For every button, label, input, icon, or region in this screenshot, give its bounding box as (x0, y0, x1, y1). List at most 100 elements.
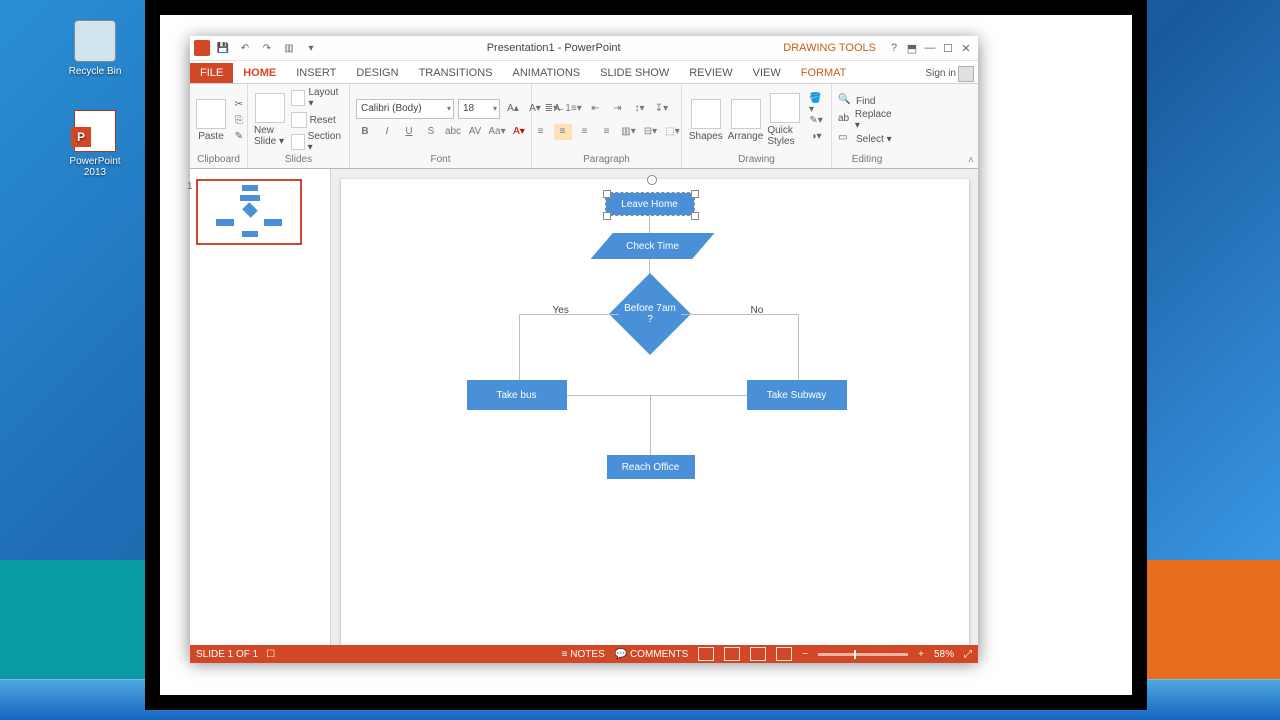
selection-handle[interactable] (603, 212, 611, 220)
grow-font-icon[interactable]: A▴ (506, 102, 520, 116)
linespacing-icon[interactable]: ↕▾ (631, 101, 649, 117)
columns-icon[interactable]: ▥▾ (620, 124, 638, 140)
layout-button[interactable]: Layout ▾ (291, 86, 343, 110)
undo-icon[interactable]: ↶ (238, 41, 252, 55)
selection-handle[interactable] (691, 190, 699, 198)
arrange-button[interactable]: Arrange (728, 99, 764, 142)
copy-icon[interactable]: ⎘ (232, 113, 246, 127)
paste-button[interactable]: Paste (196, 99, 226, 142)
tab-file[interactable]: FILE (190, 63, 233, 83)
zoom-slider[interactable] (818, 653, 908, 656)
connector[interactable] (519, 314, 619, 315)
shapes-button[interactable]: Shapes (688, 99, 724, 142)
slide-canvas-area[interactable]: Leave Home Check Time Before 7am ? (331, 169, 978, 645)
reset-button[interactable]: Reset (291, 111, 343, 129)
zoom-out-icon[interactable]: − (802, 649, 808, 660)
close-icon[interactable]: ✕ (958, 41, 974, 55)
indent-icon[interactable]: ⇥ (609, 101, 627, 117)
numbering-icon[interactable]: 1≡▾ (565, 101, 583, 117)
bold-icon[interactable]: B (356, 124, 374, 140)
connector[interactable] (567, 395, 747, 396)
minimize-icon[interactable]: ― (922, 41, 938, 55)
help-icon[interactable]: ? (886, 41, 902, 55)
connector[interactable] (649, 215, 650, 233)
connector[interactable] (798, 314, 799, 380)
normal-view-icon[interactable] (698, 647, 714, 661)
smartart-icon[interactable]: ⬚▾ (664, 124, 682, 140)
reset-icon (291, 112, 307, 128)
bullets-icon[interactable]: ≣▾ (543, 101, 561, 117)
tab-home[interactable]: HOME (233, 63, 286, 83)
reading-view-icon[interactable] (750, 647, 766, 661)
spell-check-icon[interactable]: ☐ (266, 649, 275, 660)
align-right-icon[interactable]: ≡ (576, 124, 594, 140)
sign-in[interactable]: Sign in (919, 64, 978, 83)
sorter-view-icon[interactable] (724, 647, 740, 661)
selection-handle[interactable] (603, 190, 611, 198)
tab-transitions[interactable]: TRANSITIONS (409, 63, 503, 83)
selection-handle[interactable] (691, 212, 699, 220)
zoom-level[interactable]: 58% (934, 649, 954, 660)
shape-take-bus[interactable]: Take bus (467, 380, 567, 410)
shape-decision[interactable]: Before 7am ? (608, 273, 690, 355)
qat-more-icon[interactable]: ▾ (304, 41, 318, 55)
save-icon[interactable]: 💾 (216, 41, 230, 55)
tab-design[interactable]: DESIGN (346, 63, 408, 83)
connector[interactable] (681, 314, 799, 315)
connector[interactable] (519, 314, 520, 380)
tab-review[interactable]: REVIEW (679, 63, 742, 83)
redo-icon[interactable]: ↷ (260, 41, 274, 55)
tab-insert[interactable]: INSERT (286, 63, 346, 83)
align-text-icon[interactable]: ⊟▾ (642, 124, 660, 140)
recycle-bin-icon[interactable]: Recycle Bin (60, 20, 130, 77)
shape-effects-icon[interactable]: ◑▾ (809, 129, 823, 143)
tab-animations[interactable]: ANIMATIONS (503, 63, 591, 83)
slide-thumbnail-1[interactable]: 1 (196, 179, 302, 245)
spacing-icon[interactable]: AV (466, 124, 484, 140)
comments-button[interactable]: 💬 COMMENTS (615, 649, 689, 660)
ribbon-collapse-icon[interactable]: ⬒ (904, 41, 920, 55)
tab-view[interactable]: VIEW (743, 63, 791, 83)
connector[interactable] (650, 395, 651, 455)
italic-icon[interactable]: I (378, 124, 396, 140)
format-painter-icon[interactable]: ✎ (232, 129, 246, 143)
shape-check-time[interactable]: Check Time (591, 233, 715, 259)
font-color-icon[interactable]: A▾ (510, 124, 528, 140)
justify-icon[interactable]: ≡ (598, 124, 616, 140)
quick-styles-button[interactable]: Quick Styles (767, 93, 803, 147)
zoom-in-icon[interactable]: + (918, 649, 924, 660)
section-button[interactable]: Section ▾ (291, 130, 343, 154)
slideshow-view-icon[interactable] (776, 647, 792, 661)
align-left-icon[interactable]: ≡ (532, 124, 550, 140)
outdent-icon[interactable]: ⇤ (587, 101, 605, 117)
text-direction-icon[interactable]: ↧▾ (653, 101, 671, 117)
shape-leave-home[interactable]: Leave Home (606, 193, 694, 215)
shape-take-subway[interactable]: Take Subway (747, 380, 847, 410)
notes-button[interactable]: ≡ NOTES (562, 649, 605, 660)
font-name-combo[interactable]: Calibri (Body) (356, 99, 454, 119)
fit-to-window-icon[interactable]: ⤢ (964, 649, 972, 660)
rotation-handle-icon[interactable] (647, 175, 657, 185)
case-icon[interactable]: Aa▾ (488, 124, 506, 140)
collapse-ribbon-icon[interactable]: ˄ (968, 155, 974, 166)
align-center-icon[interactable]: ≡ (554, 124, 572, 140)
select-button[interactable]: ▭Select ▾ (838, 132, 892, 146)
powerpoint-desktop-icon[interactable]: PowerPoint 2013 (60, 110, 130, 178)
tab-slideshow[interactable]: SLIDE SHOW (590, 63, 679, 83)
find-button[interactable]: 🔍Find (838, 94, 875, 108)
tab-format[interactable]: FORMAT (791, 63, 857, 83)
slide[interactable]: Leave Home Check Time Before 7am ? (341, 179, 969, 645)
cut-icon[interactable]: ✂ (232, 97, 246, 111)
thumbnail-pane[interactable]: 1 (190, 169, 331, 645)
maximize-icon[interactable]: ☐ (940, 41, 956, 55)
replace-button[interactable]: abReplace ▾ (838, 109, 896, 131)
shape-reach-office[interactable]: Reach Office (607, 455, 695, 479)
strike-icon[interactable]: S (422, 124, 440, 140)
shape-fill-icon[interactable]: 🪣▾ (809, 97, 823, 111)
underline-icon[interactable]: U (400, 124, 418, 140)
shape-outline-icon[interactable]: ✎▾ (809, 113, 823, 127)
new-slide-button[interactable]: New Slide ▾ (254, 93, 287, 147)
shadow-icon[interactable]: abc (444, 124, 462, 140)
slideshow-icon[interactable]: ▥ (282, 41, 296, 55)
font-size-combo[interactable]: 18 (458, 99, 500, 119)
